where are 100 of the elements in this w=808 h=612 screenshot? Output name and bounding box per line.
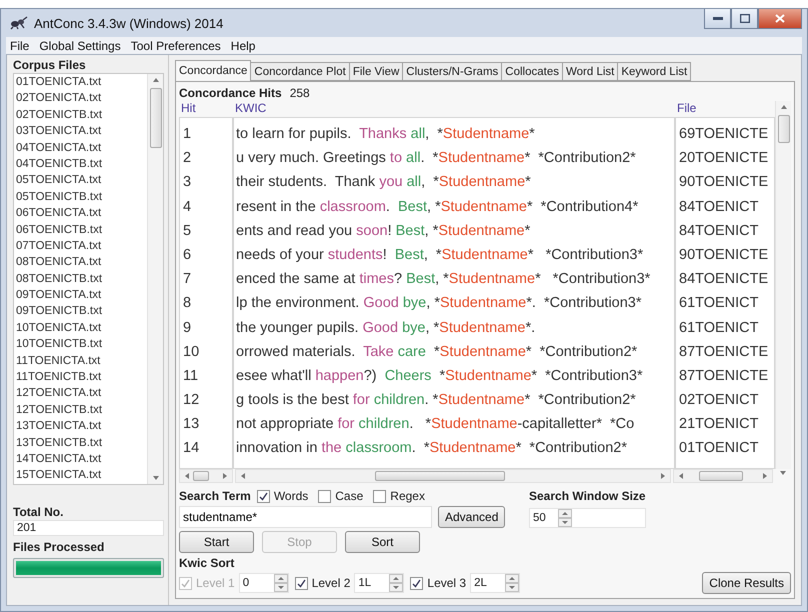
menu-item[interactable]: File [10,38,30,53]
kwic-line: enced the same at times? Best, *Studentname* *Contribution3* [235,270,652,290]
checkbox[interactable] [294,576,308,590]
tab[interactable]: Concordance [175,60,252,81]
file-list-item[interactable]: 05TOENICTA.txt [16,172,147,189]
file-list-item[interactable]: 08TOENICTA.txt [16,254,147,271]
scrollbar-thumb[interactable] [193,471,209,481]
minimize-button[interactable] [704,9,731,29]
hit-number: 6 [182,246,192,265]
file-list-item[interactable]: 02TOENICTA.txt [16,90,147,107]
menu-item[interactable]: Tool Preferences [130,38,221,53]
checkmark-icon [412,578,422,588]
tab[interactable]: Concordance Plot [250,62,350,81]
maximize-icon [740,14,750,23]
file-list-item[interactable]: 14TOENICTA.txt [16,450,147,468]
hit-number: 13 [182,415,200,434]
scroll-left-icon[interactable] [183,472,191,480]
action-button[interactable]: Sort [345,531,420,553]
checkbox[interactable] [256,490,270,502]
file-list-item[interactable]: 11TOENICTB.txt [16,369,147,386]
level-spinner[interactable]: 2L [470,573,520,593]
spinner-arrows-icon[interactable] [274,574,288,592]
checkbox-label: Words [274,489,308,503]
file-list-item[interactable]: 09TOENICTA.txt [16,287,147,304]
scrollbar-thumb[interactable] [778,115,790,143]
spinner-arrows-icon[interactable] [558,509,572,527]
checkbox[interactable] [318,490,332,502]
kwic-line: lp the environment. Good bye, *Studentname*. *Contribution3* [235,294,642,314]
tab[interactable]: Word List [562,62,618,81]
kwic-sort-label: Kwic Sort [179,556,236,570]
kwic-line: g tools is the best for children. *Studentname* *Contribution2* [235,391,637,410]
file-name: 87TOENICTE [678,366,770,386]
scroll-right-icon[interactable] [659,472,667,480]
file-list-item[interactable]: 03TOENICTA.txt [16,123,147,140]
file-list-item[interactable]: 09TOENICTB.txt [16,303,147,320]
clone-results-button[interactable]: Clone Results [702,572,791,594]
file-list-item[interactable]: 15TOENICTA.txt [16,467,147,484]
file-list-item[interactable]: 10TOENICTA.txt [16,320,147,336]
file-list-item[interactable]: 11TOENICTA.txt [16,352,147,370]
file-list-item[interactable]: 08TOENICTB.txt [16,270,147,288]
file-name: 90TOENICTE [678,246,770,265]
kwic-line: u very much. Greetings to all. *Studentname* *Contribution2* [235,149,637,168]
horizontal-scrollbar[interactable] [673,469,773,483]
maximize-button[interactable] [731,9,758,29]
checkmark-icon [181,578,190,588]
file-list-item[interactable]: 02TOENICTB.txt [16,106,147,124]
file-list-item[interactable]: 07TOENICTA.txt [16,238,147,254]
scrollbar-thumb[interactable] [698,471,743,481]
column-header[interactable]: File [675,101,775,117]
scrollbar-thumb[interactable] [374,471,506,481]
file-list-item[interactable]: 06TOENICTB.txt [16,222,147,238]
level-spinner[interactable]: 1L [354,573,404,593]
horizontal-scrollbar[interactable] [235,469,671,483]
vertical-scrollbar[interactable] [147,74,163,484]
scroll-right-icon[interactable] [221,472,229,480]
spinner-arrows-icon[interactable] [505,574,520,592]
vertical-scrollbar[interactable] [775,101,791,469]
menu-item[interactable]: Help [230,38,256,53]
menu-item[interactable]: Global Settings [39,38,121,53]
scroll-left-icon[interactable] [677,472,685,480]
file-list-item[interactable]: 12TOENICTA.txt [16,385,147,402]
file-list-item[interactable]: 13TOENICTB.txt [16,434,147,451]
spinner-arrows-icon[interactable] [389,574,404,592]
file-name: 20TOENICTE [678,149,770,168]
kwic-line: esee what'll happen?) Cheers *Studentname* *Contribution3* [235,366,644,386]
kwic-line: to learn for pupils. Thanks all, *Studentname* [235,125,536,144]
scroll-up-icon[interactable] [152,76,160,84]
tab[interactable]: Collocates [501,62,563,81]
scroll-up-icon[interactable] [780,103,788,111]
checkbox-label: Regex [390,489,425,503]
hit-number: 12 [182,391,200,410]
advanced-button[interactable]: Advanced [438,506,506,528]
window-size-spinner[interactable]: 50 [529,508,646,528]
scrollbar-thumb[interactable] [150,88,162,148]
scroll-left-icon[interactable] [239,472,247,480]
hit-number: 7 [182,270,192,290]
hit-number: 9 [182,318,192,338]
tab[interactable]: Keyword List [617,62,692,81]
checkbox[interactable] [373,490,386,502]
file-name: 21TOENICT [678,415,760,434]
horizontal-scrollbar[interactable] [179,469,233,483]
file-list-item[interactable]: 12TOENICTB.txt [16,402,147,418]
column-header[interactable]: KWIC [233,101,675,117]
file-list-item[interactable]: 13TOENICTA.txt [16,418,147,435]
scroll-down-icon[interactable] [152,474,160,482]
file-list-item[interactable]: 05TOENICTB.txt [16,188,147,206]
file-list-item[interactable]: 04TOENICTA.txt [16,140,147,156]
file-list-item[interactable]: 06TOENICTA.txt [16,205,147,222]
scroll-right-icon[interactable] [761,472,769,480]
action-button[interactable]: Start [179,531,254,553]
close-button[interactable] [758,9,802,29]
search-term-field[interactable]: studentname* [179,506,432,528]
file-list-item[interactable]: 01TOENICTA.txt [16,74,147,90]
tab[interactable]: Clusters/N-Grams [402,62,502,81]
checkmark-icon [258,492,268,500]
tab[interactable]: File View [348,62,404,81]
file-list-item[interactable]: 10TOENICTB.txt [16,336,147,353]
file-list-item[interactable]: 04TOENICTB.txt [16,156,147,172]
column-header[interactable]: Hit [179,101,233,117]
checkbox[interactable] [410,576,424,590]
